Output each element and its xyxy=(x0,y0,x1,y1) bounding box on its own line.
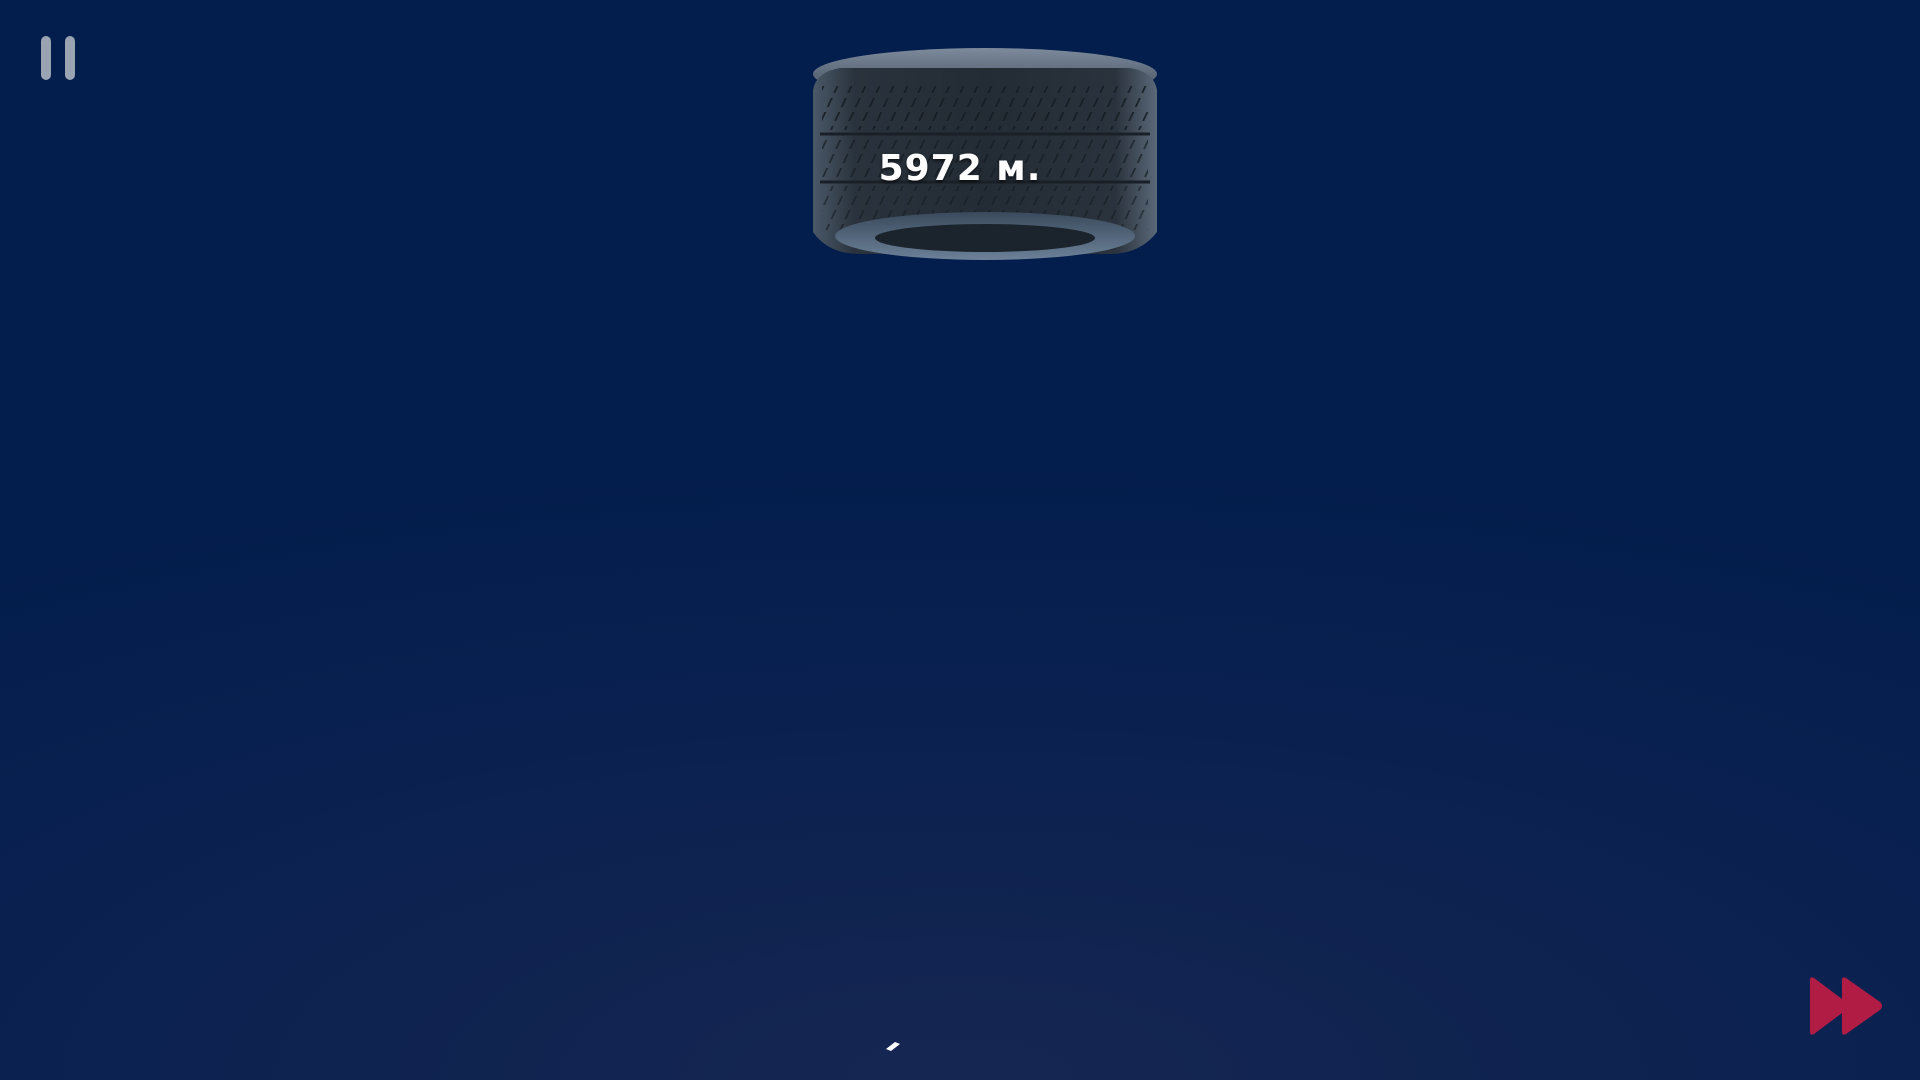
pause-bar-left xyxy=(41,36,51,80)
pause-button[interactable] xyxy=(38,34,78,82)
distance-counter: 5972 м. xyxy=(878,148,1042,189)
pause-bar-right xyxy=(65,36,75,80)
game-scene: 5972 м. xyxy=(0,0,1920,1080)
fast-forward-button[interactable] xyxy=(1806,974,1886,1038)
debris-particle xyxy=(886,1042,900,1051)
fast-forward-icon xyxy=(1810,977,1882,1035)
